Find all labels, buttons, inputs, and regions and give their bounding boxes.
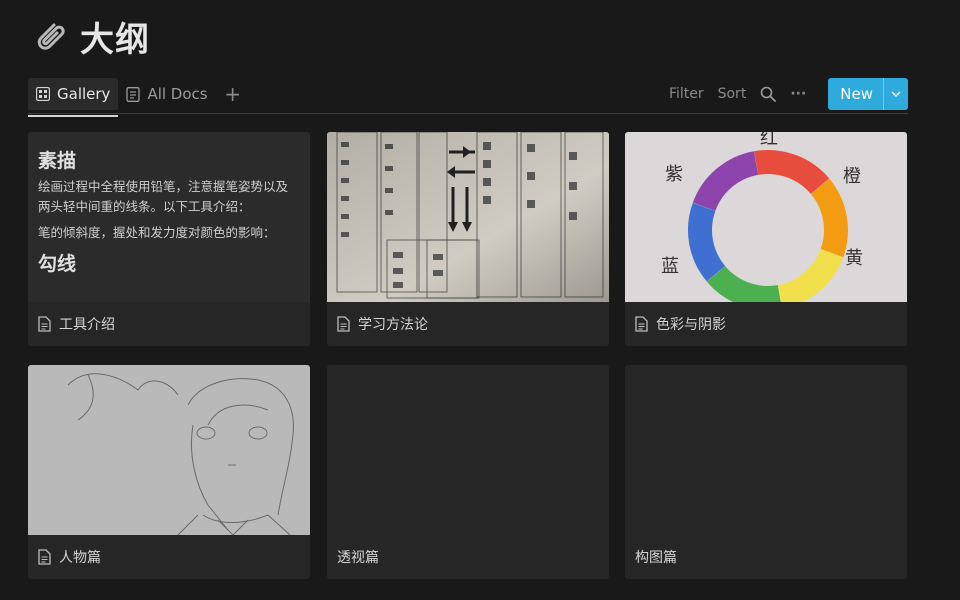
gallery-card[interactable]: 构图篇	[625, 365, 907, 579]
page-icon	[38, 549, 51, 565]
preview-paragraph: 笔的倾斜度，握处和发力度对颜色的影响：	[38, 225, 276, 240]
gallery-card[interactable]: 人物篇	[28, 365, 310, 579]
card-title-text: 构图篇	[635, 550, 677, 566]
preview-heading: 素描	[38, 150, 77, 172]
color-label: 紫	[665, 164, 683, 185]
tab-all-docs[interactable]: All Docs	[118, 78, 215, 110]
page-icon	[635, 316, 648, 332]
add-view-button[interactable]: +	[222, 82, 244, 106]
gallery-grid-icon	[36, 87, 50, 101]
card-cover-image	[327, 132, 609, 302]
filter-button[interactable]: Filter	[669, 86, 704, 102]
preview-heading: 勾线	[38, 253, 77, 275]
more-options-button[interactable]: ···	[790, 86, 806, 102]
card-title: 色彩与阴影	[635, 314, 726, 334]
view-toolbar: Gallery All Docs + Filter Sort ··· New	[28, 75, 908, 117]
gallery-card[interactable]: 学习方法论	[327, 132, 609, 346]
page-title[interactable]: 大纲	[80, 12, 150, 61]
paperclip-icon	[37, 23, 65, 50]
card-title-text: 学习方法论	[358, 317, 428, 333]
card-text-preview: 素描 绘画过程中全程使用铅笔，注意握笔姿势以及两头轻中间重的线条。以下工具介绍：…	[28, 132, 310, 302]
document-list-icon	[126, 86, 141, 102]
card-title-text: 人物篇	[59, 550, 101, 566]
card-cover-image: 红 紫 橙 蓝 黄	[625, 132, 907, 302]
new-dropdown-button[interactable]	[883, 78, 908, 110]
card-title-text: 色彩与阴影	[656, 317, 726, 333]
page-header: 大纲	[30, 12, 150, 61]
card-cover-image	[28, 365, 310, 535]
page-icon	[337, 316, 350, 332]
card-title: 人物篇	[38, 547, 101, 567]
card-title: 透视篇	[337, 547, 379, 567]
gallery-card[interactable]: 红 紫 橙 蓝 黄 色彩与阴影	[625, 132, 907, 346]
preview-paragraph: 绘画过程中全程使用铅笔，注意握笔姿势以及两头轻中间重的线条。以下工具介绍：	[38, 179, 289, 214]
sort-button[interactable]: Sort	[718, 86, 747, 102]
new-button[interactable]: New	[828, 78, 908, 110]
color-label: 橙	[843, 166, 861, 187]
page-icon	[38, 316, 51, 332]
gallery-card[interactable]: 素描 绘画过程中全程使用铅笔，注意握笔姿势以及两头轻中间重的线条。以下工具介绍：…	[28, 132, 310, 346]
chevron-down-icon	[891, 91, 901, 97]
card-title-text: 透视篇	[337, 550, 379, 566]
tab-label: All Docs	[147, 85, 208, 103]
color-label: 黄	[845, 248, 863, 269]
gallery-card[interactable]: 透视篇	[327, 365, 609, 579]
card-title-text: 工具介绍	[59, 317, 115, 333]
color-label: 蓝	[661, 256, 679, 277]
card-title: 学习方法论	[337, 314, 428, 334]
card-title: 构图篇	[635, 547, 677, 567]
search-icon	[761, 86, 777, 102]
tab-label: Gallery	[57, 85, 111, 103]
card-title: 工具介绍	[38, 314, 115, 334]
search-button[interactable]	[760, 86, 777, 102]
tab-gallery[interactable]: Gallery	[28, 78, 119, 117]
color-label: 红	[760, 132, 778, 149]
new-button-label: New	[840, 85, 873, 103]
